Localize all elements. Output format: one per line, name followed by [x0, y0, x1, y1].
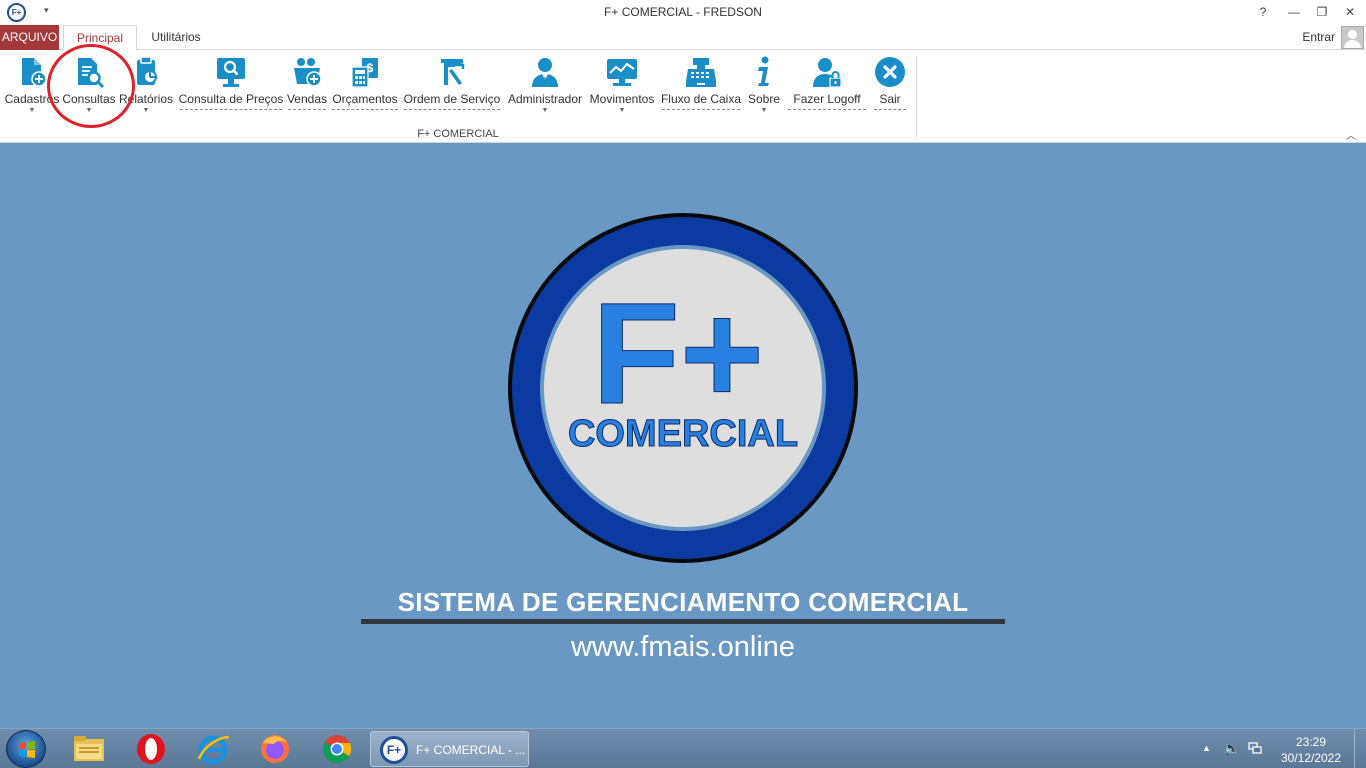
clock-time: 23:29 [1295, 735, 1327, 749]
logo-text-bottom: COMERCIAL [568, 413, 798, 455]
taskbar-item-label: F+ COMERCIAL - ... [416, 743, 526, 757]
fluxo-caixa-label: Fluxo de Caixa [660, 92, 742, 106]
restore-button[interactable]: ❐ [1310, 3, 1334, 21]
logo: F+ COMERCIAL [508, 213, 858, 563]
window-title: F+ COMERCIAL - FREDSON [604, 5, 762, 19]
chrome-icon[interactable] [319, 733, 355, 765]
orcamentos-button[interactable]: $ Orçamentos [330, 50, 400, 120]
ribbon: Cadastros ▼ Consultas ▼ Relatórios ▼ Con… [0, 44, 1366, 143]
calculator-icon: $ [351, 58, 378, 88]
tab-utilitarios[interactable]: Utilitários [144, 25, 208, 50]
info-icon [758, 56, 769, 86]
consulta-precos-label: Consulta de Preços [178, 92, 284, 106]
taskbar-item-fcomercial[interactable]: F+ F+ COMERCIAL - ... [370, 731, 529, 767]
shortcut-underline [874, 109, 906, 110]
fluxo-caixa-button[interactable]: Fluxo de Caixa [660, 50, 742, 120]
vendas-button[interactable]: Vendas [286, 50, 328, 120]
chevron-down-icon: ▼ [760, 107, 768, 114]
close-circle-icon [875, 57, 905, 87]
network-icon[interactable] [1248, 741, 1262, 755]
close-button[interactable]: ✕ [1338, 3, 1362, 21]
document-add-icon [22, 58, 47, 87]
movimentos-button[interactable]: Movimentos ▼ [586, 50, 658, 120]
chevron-down-icon: ▼ [541, 107, 549, 114]
firefox-icon[interactable] [257, 733, 293, 765]
clock-date: 30/12/2022 [1280, 751, 1342, 765]
user-lock-icon [813, 58, 842, 88]
cash-register-icon [686, 58, 716, 87]
monitor-chart-icon [607, 59, 637, 86]
start-button[interactable] [6, 730, 46, 768]
basket-add-icon [294, 58, 322, 87]
ordem-servico-label: Ordem de Serviço [403, 92, 501, 106]
shortcut-underline [788, 109, 866, 110]
website-text: www.fmais.online [570, 631, 796, 663]
shortcut-underline [288, 109, 326, 110]
chevron-down-icon: ▼ [618, 107, 626, 114]
user-admin-icon [532, 58, 558, 87]
windows-logo-icon [19, 741, 35, 758]
ribbon-tabs: ARQUIVO Principal Utilitários Entrar [0, 25, 1366, 51]
file-explorer-icon[interactable] [71, 733, 107, 765]
tab-arquivo[interactable]: ARQUIVO [0, 25, 59, 50]
orcamentos-label: Orçamentos [332, 92, 398, 106]
tools-icon [441, 59, 465, 85]
shortcut-underline [662, 109, 740, 110]
show-desktop-button[interactable] [1354, 729, 1366, 768]
avatar[interactable] [1341, 26, 1364, 49]
sign-in-link[interactable]: Entrar [1302, 30, 1335, 44]
tagline-underline [361, 619, 1005, 624]
internet-explorer-icon[interactable] [195, 733, 231, 765]
help-button[interactable]: ? [1251, 3, 1275, 21]
title-bar: F+ ▾ F+ COMERCIAL - FREDSON ? — ❐ ✕ [0, 0, 1366, 25]
shortcut-underline [332, 109, 398, 110]
administrador-button[interactable]: Administrador ▼ [504, 50, 586, 120]
system-clock[interactable]: 23:29 30/12/2022 [1276, 734, 1346, 766]
shortcut-underline [404, 109, 500, 110]
vendas-label: Vendas [286, 92, 328, 106]
fplus-app-icon: F+ [380, 736, 408, 764]
logo-text-top: F+ [592, 273, 764, 434]
monitor-search-icon [217, 58, 245, 87]
administrador-label: Administrador [507, 92, 583, 106]
main-content: F+ COMERCIAL SISTEMA DE GERENCIAMENTO CO… [0, 143, 1366, 728]
highlight-circle [47, 44, 135, 128]
tray-expand-icon[interactable]: ▲ [1202, 743, 1211, 753]
minimize-button[interactable]: — [1282, 3, 1306, 21]
sobre-label: Sobre [747, 92, 781, 106]
collapse-ribbon-icon[interactable]: ︿ [1346, 127, 1356, 142]
fazer-logoff-label: Fazer Logoff [793, 92, 861, 106]
consulta-precos-button[interactable]: Consulta de Preços [178, 50, 284, 120]
sair-label: Sair [879, 92, 901, 106]
tagline: SISTEMA DE GERENCIAMENTO COMERCIAL [397, 587, 969, 617]
shortcut-underline [180, 109, 282, 110]
ordem-servico-button[interactable]: Ordem de Serviço [402, 50, 502, 120]
sobre-button[interactable]: Sobre ▼ [744, 50, 784, 120]
fazer-logoff-button[interactable]: Fazer Logoff [786, 50, 868, 120]
opera-icon[interactable] [133, 733, 169, 765]
speaker-icon[interactable]: 🔈 [1223, 740, 1240, 757]
ribbon-group-separator [916, 56, 917, 138]
taskbar: F+ F+ COMERCIAL - ... ▲ 🔈 23:29 30/12/20… [0, 728, 1366, 768]
ribbon-group-label: F+ COMERCIAL [417, 128, 499, 140]
sair-button[interactable]: Sair [872, 50, 908, 120]
movimentos-label: Movimentos [589, 92, 655, 106]
